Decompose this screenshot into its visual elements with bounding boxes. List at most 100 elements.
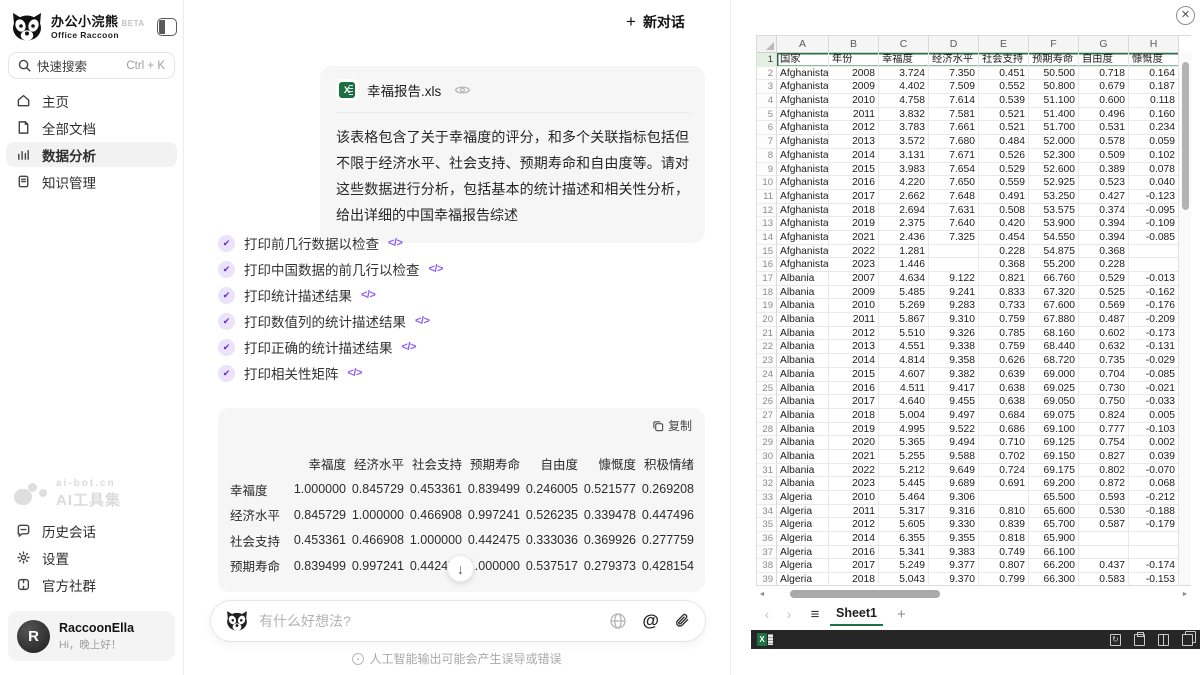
cell[interactable]: 0.702 — [979, 450, 1029, 464]
scroll-left-icon[interactable]: ◄ — [756, 591, 768, 598]
cell[interactable]: 0.704 — [1079, 368, 1129, 382]
cell[interactable]: 68.440 — [1029, 340, 1079, 354]
cell[interactable]: 4.511 — [879, 382, 929, 396]
cell[interactable]: Algeria — [777, 491, 829, 505]
new-chat-button[interactable]: + 新对话 — [626, 12, 685, 32]
cell[interactable]: 2014 — [829, 354, 879, 368]
cell[interactable]: 66.760 — [1029, 272, 1079, 286]
cell[interactable]: 0.454 — [979, 231, 1029, 245]
cell[interactable]: 9.649 — [929, 464, 979, 478]
row-number[interactable]: 36 — [757, 532, 777, 546]
column-header-C[interactable]: C — [879, 36, 929, 53]
row-number[interactable]: 20 — [757, 313, 777, 327]
cell[interactable]: 69.025 — [1029, 382, 1079, 396]
cell[interactable]: -0.095 — [1129, 204, 1179, 218]
row-number[interactable]: 11 — [757, 190, 777, 204]
cell[interactable]: 0.810 — [979, 505, 1029, 519]
row-number[interactable]: 24 — [757, 368, 777, 382]
cell[interactable]: 0.509 — [1079, 149, 1129, 163]
cell[interactable]: 65.500 — [1029, 491, 1079, 505]
cell[interactable]: 9.455 — [929, 395, 979, 409]
row-number[interactable]: 34 — [757, 505, 777, 519]
cell[interactable]: 2008 — [829, 67, 879, 81]
cell[interactable]: 2016 — [829, 546, 879, 560]
cell[interactable]: 9.326 — [929, 327, 979, 341]
cell[interactable]: Albania — [777, 368, 829, 382]
cell[interactable]: 4.640 — [879, 395, 929, 409]
row-number[interactable]: 4 — [757, 94, 777, 108]
cell[interactable]: 0.552 — [979, 80, 1029, 94]
cell[interactable]: 0.531 — [1079, 121, 1129, 135]
cell[interactable]: Albania — [777, 436, 829, 450]
cell[interactable]: 9.283 — [929, 299, 979, 313]
cell[interactable]: 7.671 — [929, 149, 979, 163]
code-icon[interactable]: </> — [429, 263, 443, 275]
cell[interactable]: Afghanistan — [777, 258, 829, 272]
cell[interactable]: 0.521 — [979, 121, 1029, 135]
cell[interactable]: Albania — [777, 340, 829, 354]
row-number[interactable]: 37 — [757, 546, 777, 560]
row-number[interactable]: 13 — [757, 217, 777, 231]
cell[interactable]: 9.370 — [929, 573, 979, 586]
cell[interactable]: 0.491 — [979, 190, 1029, 204]
code-icon[interactable]: </> — [348, 367, 362, 379]
cell[interactable]: 53.900 — [1029, 217, 1079, 231]
cell[interactable]: 69.150 — [1029, 450, 1079, 464]
cell[interactable]: 0.679 — [1079, 80, 1129, 94]
user-profile[interactable]: R RaccoonElla Hi，晚上好！ — [8, 611, 175, 661]
sheet-menu-icon[interactable]: ≡ — [800, 606, 830, 623]
cell[interactable]: 9.497 — [929, 409, 979, 423]
cell[interactable]: 3.783 — [879, 121, 929, 135]
cell[interactable]: 9.330 — [929, 518, 979, 532]
cell[interactable]: Albania — [777, 409, 829, 423]
cell[interactable]: 69.000 — [1029, 368, 1079, 382]
cell[interactable]: 5.341 — [879, 546, 929, 560]
cell[interactable] — [929, 245, 979, 259]
cell[interactable] — [1079, 546, 1129, 560]
cell[interactable]: -0.013 — [1129, 272, 1179, 286]
excel-logo-icon[interactable]: X — [757, 633, 773, 646]
cell[interactable]: 2017 — [829, 559, 879, 573]
column-header-F[interactable]: F — [1029, 36, 1079, 53]
cell[interactable]: 4.402 — [879, 80, 929, 94]
cell[interactable]: 5.510 — [879, 327, 929, 341]
cell[interactable]: Albania — [777, 382, 829, 396]
cell[interactable]: 51.700 — [1029, 121, 1079, 135]
cell[interactable]: 0.102 — [1129, 149, 1179, 163]
cell[interactable]: Albania — [777, 327, 829, 341]
row-number[interactable]: 10 — [757, 176, 777, 190]
cell[interactable]: -0.179 — [1129, 518, 1179, 532]
cell[interactable]: 0.394 — [1079, 231, 1129, 245]
cell[interactable]: 2015 — [829, 163, 879, 177]
cell[interactable]: 65.600 — [1029, 505, 1079, 519]
cell[interactable]: 9.588 — [929, 450, 979, 464]
cell[interactable]: 7.640 — [929, 217, 979, 231]
cell[interactable]: 52.300 — [1029, 149, 1079, 163]
cell[interactable]: 7.581 — [929, 108, 979, 122]
cell[interactable]: 0.754 — [1079, 436, 1129, 450]
cell[interactable]: 0.578 — [1079, 135, 1129, 149]
cell[interactable]: Albania — [777, 423, 829, 437]
cell[interactable]: Afghanistan — [777, 108, 829, 122]
cell[interactable]: Afghanistan — [777, 231, 829, 245]
cell[interactable]: 4.814 — [879, 354, 929, 368]
cell[interactable]: 9.338 — [929, 340, 979, 354]
cell[interactable]: 0.872 — [1079, 477, 1129, 491]
cell[interactable]: 5.365 — [879, 436, 929, 450]
sidebar-item-community[interactable]: 官方社群 — [6, 572, 177, 597]
cell[interactable]: 自由度 — [1079, 53, 1129, 67]
cell[interactable]: 2022 — [829, 245, 879, 259]
cell[interactable]: 50.500 — [1029, 67, 1079, 81]
cell[interactable]: 2018 — [829, 204, 879, 218]
cell[interactable]: 66.100 — [1029, 546, 1079, 560]
cell[interactable]: 0.638 — [979, 382, 1029, 396]
column-header-G[interactable]: G — [1079, 36, 1129, 53]
cell[interactable]: 5.269 — [879, 299, 929, 313]
row-number[interactable]: 26 — [757, 395, 777, 409]
cell[interactable]: 2011 — [829, 505, 879, 519]
cell[interactable]: 7.648 — [929, 190, 979, 204]
cell[interactable]: 0.600 — [1079, 94, 1129, 108]
cell[interactable]: Algeria — [777, 546, 829, 560]
next-sheet-icon[interactable]: › — [778, 606, 800, 622]
cell[interactable]: -0.162 — [1129, 286, 1179, 300]
